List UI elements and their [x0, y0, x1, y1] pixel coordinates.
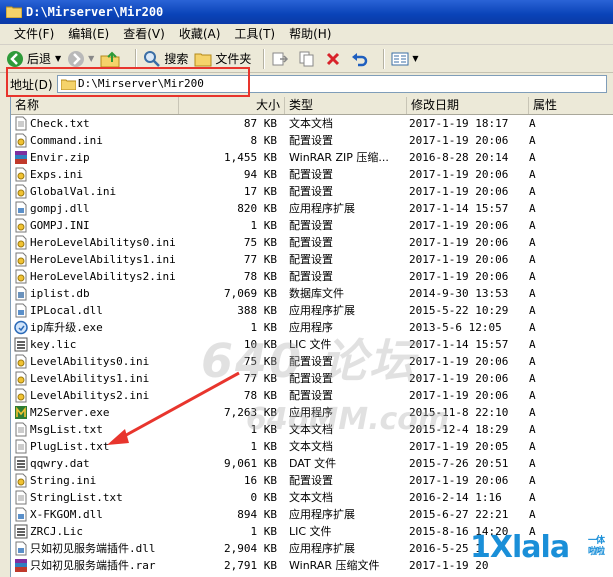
search-label: 搜索 — [164, 52, 189, 66]
undo-icon — [352, 52, 368, 66]
menu-favorites[interactable]: 收藏(A) — [173, 24, 229, 45]
views-icon — [391, 52, 409, 65]
move-to-icon — [272, 52, 289, 65]
red-arrow-annotation — [107, 371, 240, 445]
folders-button[interactable]: 文件夹 — [194, 47, 251, 71]
folders-label: 文件夹 — [215, 52, 252, 66]
menu-file[interactable]: 文件(F) — [8, 24, 62, 45]
toolbar-divider — [263, 48, 266, 69]
menu-edit[interactable]: 编辑(E) — [62, 24, 117, 45]
undo-button[interactable] — [350, 47, 371, 71]
address-bar: 地址(D) D:\Mirserver\Mir200 — [0, 73, 613, 95]
copy-to-button[interactable] — [298, 47, 319, 71]
copy-to-icon — [299, 51, 314, 66]
up-folder-icon — [100, 51, 120, 67]
menu-bar: 文件(F) 编辑(E) 查看(V) 收藏(A) 工具(T) 帮助(H) — [0, 24, 613, 45]
search-icon — [144, 50, 161, 67]
address-value: D:\Mirserver\Mir200 — [78, 77, 204, 90]
logo-subtext: 一体 啦啦 — [588, 536, 605, 557]
folder-icon — [6, 6, 22, 18]
site-logo: 1Xlala 一体 啦啦 — [470, 530, 613, 572]
menu-tools[interactable]: 工具(T) — [228, 24, 283, 45]
move-to-button[interactable] — [271, 47, 292, 71]
toolbar: 后退 ▼ ▼ 搜索 文件夹 ▼ — [0, 45, 613, 73]
delete-button[interactable] — [325, 47, 344, 71]
back-arrow-icon — [7, 50, 23, 67]
forward-arrow-icon — [68, 50, 85, 67]
toolbar-divider — [383, 48, 386, 69]
forward-dropdown-icon[interactable]: ▼ — [88, 54, 94, 63]
back-dropdown-icon[interactable]: ▼ — [55, 54, 61, 63]
up-folder-button[interactable] — [100, 47, 123, 71]
address-label: 地址(D) — [10, 78, 53, 92]
logo-text: 1Xlala — [470, 530, 570, 565]
folder-icon — [61, 79, 76, 90]
address-field[interactable]: D:\Mirserver\Mir200 — [57, 75, 607, 93]
window-title-bar[interactable]: D:\Mirserver\Mir200 — [0, 0, 613, 24]
menu-view[interactable]: 查看(V) — [117, 24, 173, 45]
views-dropdown-icon[interactable]: ▼ — [412, 54, 418, 63]
back-label: 后退 — [27, 52, 52, 66]
delete-icon — [327, 52, 340, 65]
file-list[interactable]: 名称 大小 类型 修改日期 属性 Check.txt 87 KB 文本文档 2017-… — [10, 97, 613, 577]
forward-button[interactable]: ▼ — [67, 47, 94, 71]
search-button[interactable]: 搜索 — [143, 47, 188, 71]
window-title: D:\Mirserver\Mir200 — [26, 5, 164, 19]
views-button[interactable]: ▼ — [391, 47, 419, 71]
menu-help[interactable]: 帮助(H) — [283, 24, 339, 45]
folders-icon — [194, 53, 212, 66]
toolbar-divider — [135, 48, 138, 69]
back-button[interactable]: 后退 ▼ — [6, 47, 61, 71]
